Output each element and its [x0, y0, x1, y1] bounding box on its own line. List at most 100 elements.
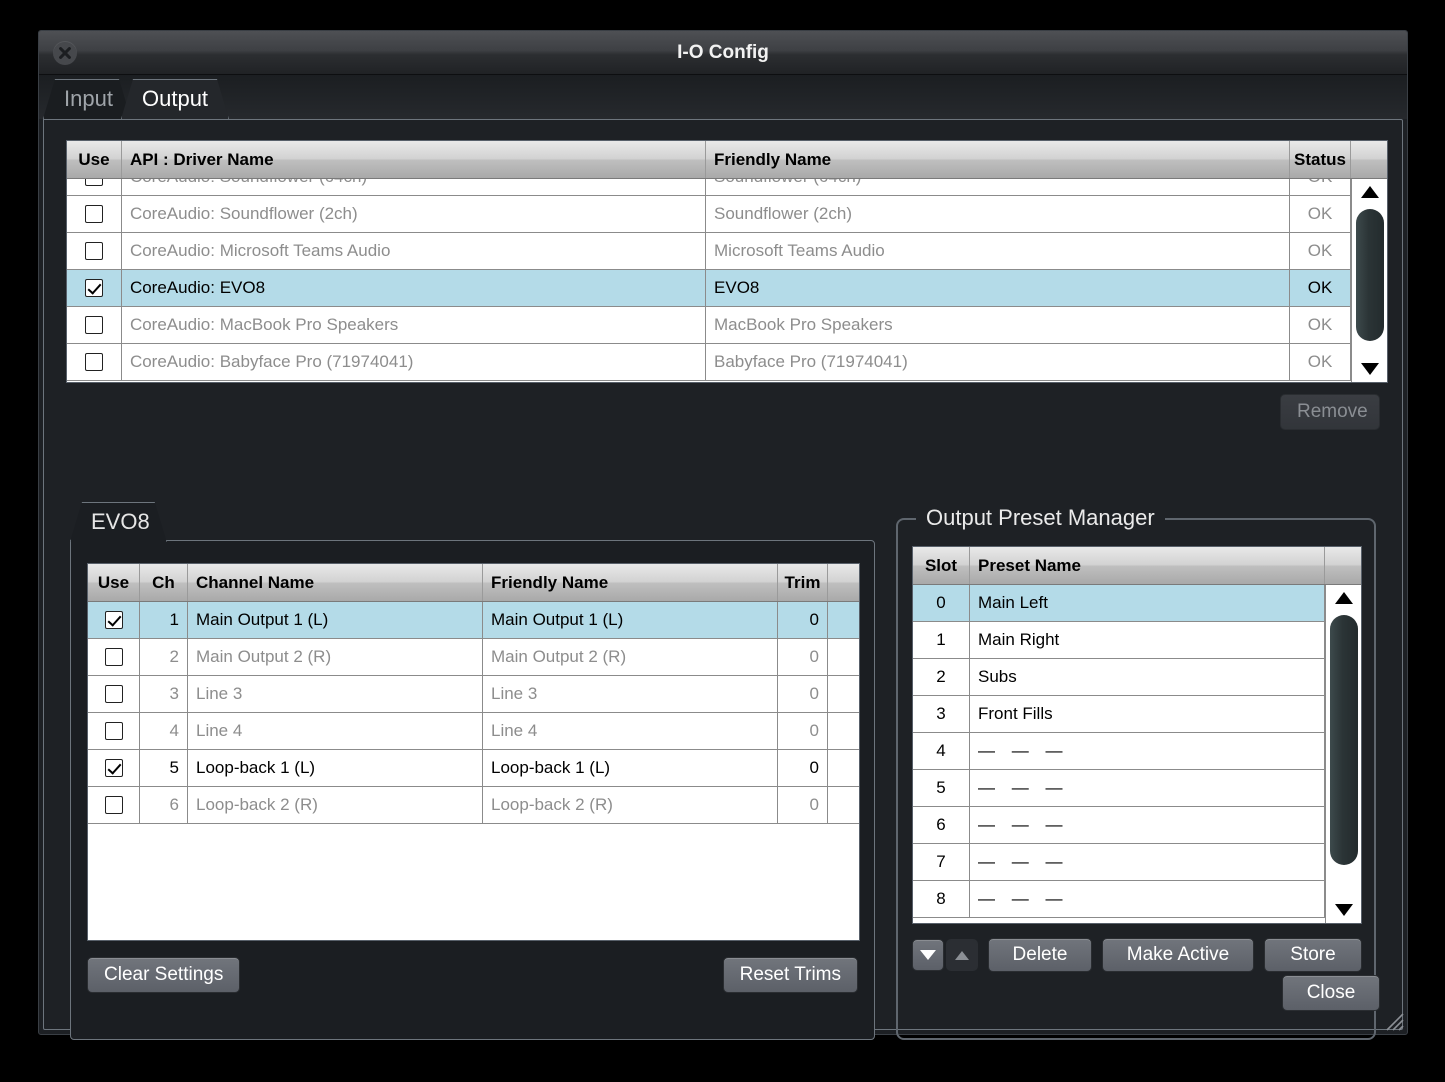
driver-table-scrollbar[interactable] — [1351, 179, 1387, 382]
tab-output[interactable]: Output — [121, 79, 229, 119]
store-preset-button[interactable]: Store — [1264, 938, 1362, 972]
channel-spinner-cell[interactable] — [828, 713, 859, 749]
close-button[interactable]: Close — [1282, 975, 1380, 1011]
driver-row[interactable]: CoreAudio: EVO8 EVO8 OK — [67, 270, 1387, 307]
channel-row[interactable]: 4 Line 4 Line 40 — [88, 713, 859, 750]
channel-table: Use Ch Channel Name Friendly Name Trim 1… — [87, 563, 860, 941]
preset-row[interactable]: 4— — — — [913, 733, 1361, 770]
channel-use-checkbox[interactable] — [104, 648, 123, 666]
preset-move-up-button[interactable] — [946, 939, 978, 971]
driver-friendly-cell: MacBook Pro Speakers — [706, 307, 1291, 343]
col-channel-name: Channel Name — [188, 564, 483, 601]
driver-table-body[interactable]: CoreAudio: Soundflower (64ch)Soundflower… — [67, 179, 1387, 382]
driver-use-checkbox[interactable] — [84, 353, 103, 371]
preset-scroll-thumb[interactable] — [1329, 615, 1358, 865]
channel-friendly-cell: Main Output 2 (R) — [483, 639, 778, 675]
tab-input[interactable]: Input — [43, 79, 131, 119]
scroll-down-arrow-icon[interactable] — [1352, 356, 1388, 382]
driver-use-checkbox[interactable] — [84, 242, 103, 260]
device-tab-evo8[interactable]: EVO8 — [70, 502, 167, 542]
driver-row[interactable]: CoreAudio: Soundflower (64ch)Soundflower… — [67, 179, 1387, 196]
remove-button[interactable]: Remove — [1280, 394, 1380, 430]
driver-use-checkbox[interactable] — [84, 316, 103, 334]
device-tab-label: EVO8 — [91, 509, 150, 534]
col-ch-friendly-name: Friendly Name — [483, 564, 778, 601]
driver-use-checkbox[interactable] — [84, 279, 103, 297]
preset-slot-cell: 8 — [913, 881, 970, 917]
channel-spinner-cell[interactable] — [828, 639, 859, 675]
preset-name-cell: Main Right — [970, 622, 1325, 658]
io-config-window: I-O Config Input Output Use API : Driver… — [38, 30, 1408, 1040]
driver-use-checkbox[interactable] — [84, 179, 103, 186]
channel-trim-cell[interactable]: 0 — [778, 602, 828, 638]
preset-slot-cell: 7 — [913, 844, 970, 880]
channel-trim-cell[interactable]: 0 — [778, 676, 828, 712]
channel-use-checkbox[interactable] — [104, 722, 123, 740]
channel-spinner-cell[interactable] — [828, 602, 859, 638]
output-preset-manager: Output Preset Manager Slot Preset Name 0… — [896, 505, 1376, 1040]
scroll-track[interactable] — [1352, 205, 1388, 356]
preset-scroll-down-arrow-icon[interactable] — [1326, 897, 1362, 923]
tab-bar: Input Output — [39, 75, 1407, 119]
delete-preset-button[interactable]: Delete — [988, 938, 1092, 972]
preset-row[interactable]: 7— — — — [913, 844, 1361, 881]
channel-trim-cell[interactable]: 0 — [778, 787, 828, 823]
driver-status-cell: OK — [1290, 179, 1352, 195]
channel-spinner-cell[interactable] — [828, 750, 859, 786]
preset-scroll-track[interactable] — [1326, 611, 1362, 897]
resize-grip[interactable] — [1382, 1009, 1404, 1031]
channel-spinner-cell[interactable] — [828, 676, 859, 712]
driver-friendly-cell: Babyface Pro (71974041) — [706, 344, 1291, 380]
scroll-up-arrow-icon[interactable] — [1352, 179, 1388, 205]
channel-table-body[interactable]: 1 Main Output 1 (L) Main Output 1 (L) 0 2 Mai… — [88, 602, 859, 940]
scroll-thumb[interactable] — [1355, 209, 1384, 341]
channel-number-cell: 3 — [140, 676, 188, 712]
channel-spinner-cell[interactable] — [828, 787, 859, 823]
channel-use-checkbox[interactable] — [104, 685, 123, 703]
reset-trims-button[interactable]: Reset Trims — [722, 957, 858, 993]
driver-status-cell: OK — [1290, 307, 1352, 343]
preset-table-scrollbar[interactable] — [1325, 585, 1361, 923]
channel-use-checkbox[interactable] — [104, 611, 123, 629]
driver-row[interactable]: CoreAudio: Soundflower (2ch) Soundflower … — [67, 196, 1387, 233]
driver-row[interactable]: CoreAudio: Babyface Pro (71974041) Babyfa… — [67, 344, 1387, 381]
col-slot: Slot — [913, 547, 970, 584]
col-preset-spacer — [1325, 547, 1361, 584]
preset-name-cell: — — — — [970, 733, 1325, 769]
driver-status-cell: OK — [1290, 233, 1352, 269]
preset-slot-cell: 1 — [913, 622, 970, 658]
tab-output-label: Output — [142, 86, 209, 111]
channel-row[interactable]: 2 Main Output 2 (R) Main Output 2 (R) 0 — [88, 639, 859, 676]
channel-trim-cell[interactable]: 0 — [778, 713, 828, 749]
preset-row[interactable]: 5— — — — [913, 770, 1361, 807]
preset-row[interactable]: 2 Subs — [913, 659, 1361, 696]
preset-move-down-button[interactable] — [912, 939, 944, 971]
clear-settings-button[interactable]: Clear Settings — [87, 957, 241, 993]
output-panel: Use API : Driver Name Friendly Name Stat… — [43, 119, 1403, 1040]
channel-trim-cell[interactable]: 0 — [778, 750, 828, 786]
driver-row[interactable]: CoreAudio: Microsoft Teams Audio Microsof… — [67, 233, 1387, 270]
driver-use-checkbox[interactable] — [84, 205, 103, 223]
driver-row[interactable]: CoreAudio: MacBook Pro Speakers MacBook P… — [67, 307, 1387, 344]
channel-name-cell: Main Output 2 (R) — [188, 639, 483, 675]
col-scroll-spacer — [1351, 141, 1387, 178]
channel-row[interactable]: 1 Main Output 1 (L) Main Output 1 (L) 0 — [88, 602, 859, 639]
preset-row[interactable]: 0 Main Left — [913, 585, 1361, 622]
make-active-button[interactable]: Make Active — [1102, 938, 1254, 972]
channel-use-checkbox[interactable] — [104, 796, 123, 814]
channel-friendly-cell: Loop-back 2 (R) — [483, 787, 778, 823]
driver-status-cell: OK — [1290, 270, 1352, 306]
channel-row[interactable]: 5 Loop-back 1 (L) Loop-back 1 (L) 0 — [88, 750, 859, 787]
preset-row[interactable]: 3 Front Fills — [913, 696, 1361, 733]
preset-scroll-up-arrow-icon[interactable] — [1326, 585, 1362, 611]
cell-channel-use-checkbox — [88, 676, 140, 712]
driver-table-header: Use API : Driver Name Friendly Name Stat… — [67, 141, 1387, 179]
preset-row[interactable]: 8— — — — [913, 881, 1361, 918]
preset-row[interactable]: 1 Main Right — [913, 622, 1361, 659]
channel-use-checkbox[interactable] — [104, 759, 123, 777]
preset-table-body[interactable]: 0 Main Left 1 Main Right 2 Subs 3 Front Fills 4—… — [913, 585, 1361, 923]
channel-trim-cell[interactable]: 0 — [778, 639, 828, 675]
channel-row[interactable]: 6 Loop-back 2 (R) Loop-back 2 (R) 0 — [88, 787, 859, 824]
channel-row[interactable]: 3 Line 3 Line 30 — [88, 676, 859, 713]
preset-row[interactable]: 6— — — — [913, 807, 1361, 844]
